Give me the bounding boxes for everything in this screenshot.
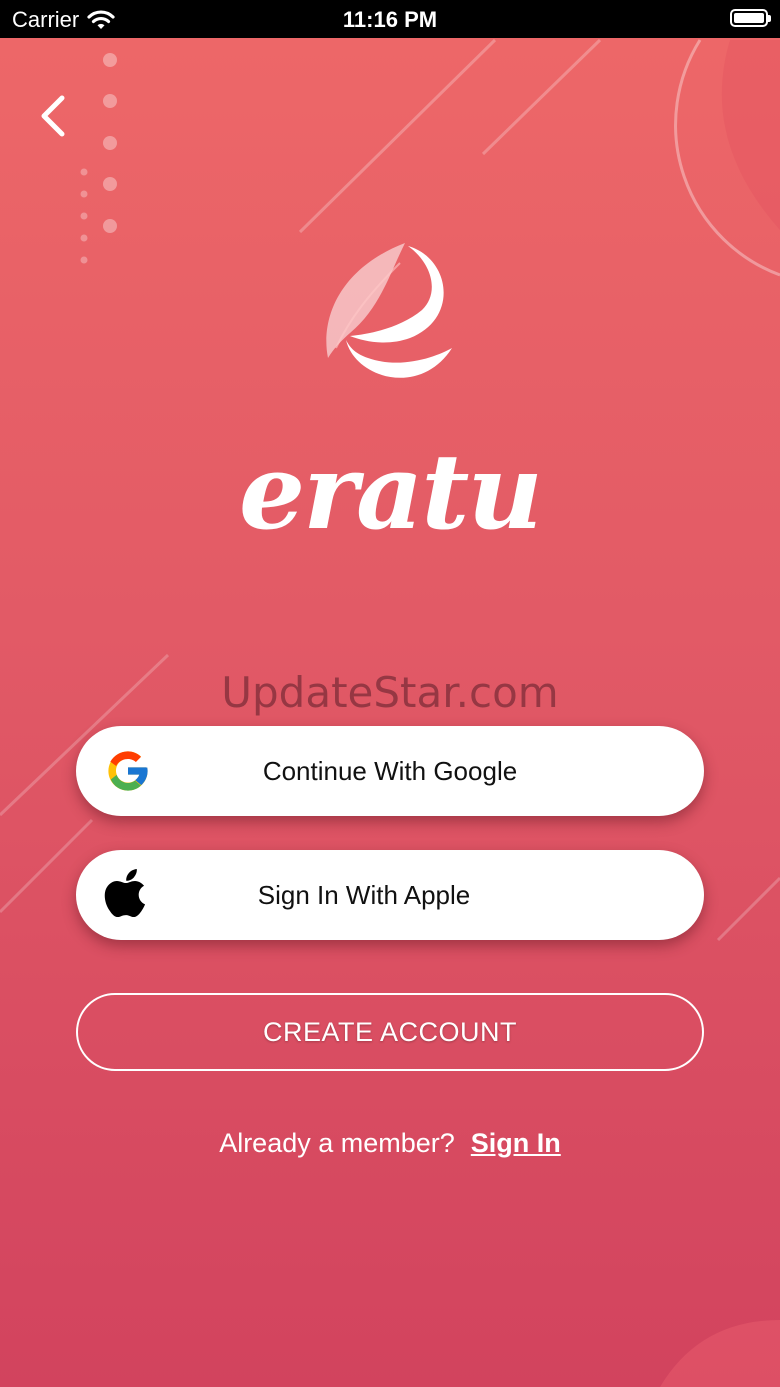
apple-button-label: Sign In With Apple — [257, 879, 471, 910]
continue-with-google-button[interactable]: Continue With Google — [76, 726, 704, 816]
chevron-left-icon[interactable] — [34, 94, 74, 138]
status-bar: Carrier 11:16 PM — [0, 0, 780, 38]
eratu-logo-icon — [326, 243, 452, 378]
create-account-button[interactable]: CREATE ACCOUNT — [76, 993, 704, 1071]
sign-in-link[interactable]: Sign In — [471, 1128, 561, 1158]
member-prompt: Already a member? Sign In — [0, 1128, 780, 1159]
brand-wordmark: eratu — [239, 430, 543, 553]
sign-in-with-apple-button[interactable]: Sign In With Apple — [76, 850, 704, 940]
battery-icon — [730, 9, 771, 27]
status-time: 11:16 PM — [342, 7, 438, 32]
watermark-text: UpdateStar.com — [221, 668, 559, 717]
member-prompt-text: Already a member? — [219, 1128, 455, 1158]
welcome-screen: Carrier 11:16 PM eratu UpdateStar.com Co… — [0, 0, 780, 1387]
google-button-label: Continue With Google — [262, 755, 518, 786]
